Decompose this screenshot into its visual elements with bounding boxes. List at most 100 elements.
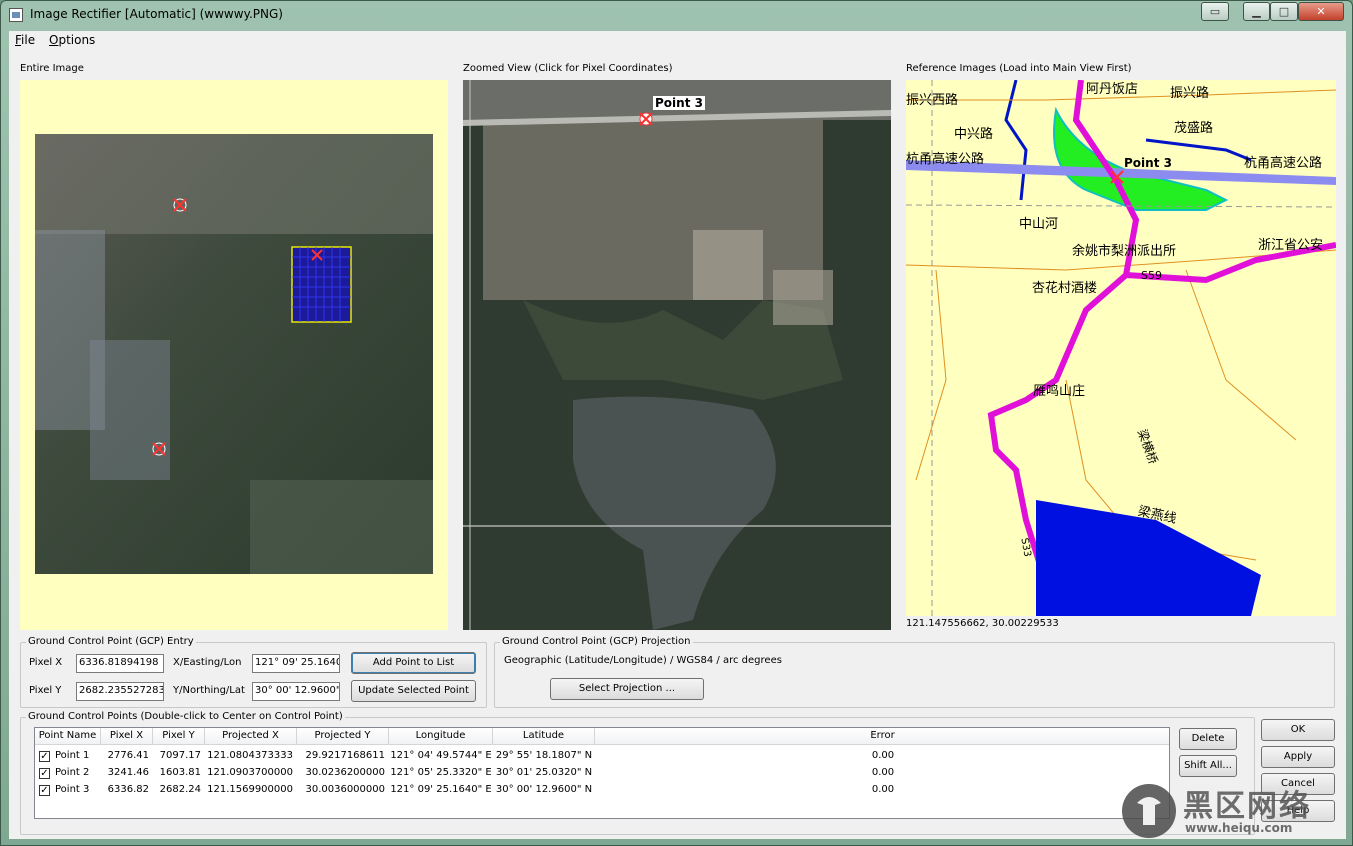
close-button[interactable]: ✕ bbox=[1298, 2, 1344, 21]
projection-text: Geographic (Latitude/Longitude) / WGS84 … bbox=[504, 655, 782, 666]
zoomed-view[interactable]: Point 3 bbox=[463, 80, 891, 630]
zoomed-quarry-1 bbox=[693, 230, 763, 300]
window-title: Image Rectifier [Automatic] (wwwwy.PNG) bbox=[30, 7, 283, 21]
map-label-road1: 振兴西路 bbox=[906, 93, 959, 108]
row-name: Point 2 bbox=[55, 767, 90, 778]
row-pixel-x: 6336.82 bbox=[107, 784, 149, 795]
reference-coordinates: 121.147556662, 30.00229533 bbox=[906, 618, 1059, 629]
gcp-row-3[interactable]: ✓ Point 3 6336.82 2682.24 121.1569900000… bbox=[35, 782, 1163, 799]
row-pixel-y: 7097.17 bbox=[159, 750, 201, 761]
row-checkbox-1[interactable]: ✓ bbox=[39, 751, 50, 762]
col-pixel-x[interactable]: Pixel X bbox=[101, 728, 153, 745]
map-label-s59: S59 bbox=[1141, 269, 1162, 282]
delete-button[interactable]: Delete bbox=[1179, 728, 1237, 750]
zoomed-view-canvas bbox=[463, 80, 891, 630]
reference-images-label: Reference Images (Load into Main View Fi… bbox=[906, 63, 1132, 74]
row-name: Point 1 bbox=[55, 750, 90, 761]
watermark-url: www.heiqu.com bbox=[1185, 821, 1293, 835]
gcp-list-title: Ground Control Points (Double-click to C… bbox=[26, 711, 345, 722]
col-latitude[interactable]: Latitude bbox=[493, 728, 595, 745]
entire-image-view[interactable] bbox=[20, 80, 448, 630]
row-name: Point 3 bbox=[55, 784, 90, 795]
row-checkbox-3[interactable]: ✓ bbox=[39, 785, 50, 796]
map-label-restaurant: 杏花村酒楼 bbox=[1032, 281, 1098, 296]
row-pixel-y: 1603.81 bbox=[159, 767, 201, 778]
apply-button[interactable]: Apply bbox=[1261, 746, 1335, 768]
watermark-brand: 黑区网络 bbox=[1183, 789, 1311, 824]
row-pixel-x: 3241.46 bbox=[107, 767, 149, 778]
ok-button[interactable]: OK bbox=[1261, 719, 1335, 741]
row-checkbox-2[interactable]: ✓ bbox=[39, 768, 50, 779]
row-error: 0.00 bbox=[871, 767, 895, 778]
pixel-x-field[interactable]: 6336.81894198 bbox=[76, 654, 164, 673]
row-pixel-y: 2682.24 bbox=[159, 784, 201, 795]
urban-area bbox=[35, 134, 433, 234]
map-label-province: 浙江省公安 bbox=[1258, 238, 1324, 253]
gcp-projection-title: Ground Control Point (GCP) Projection bbox=[500, 636, 693, 647]
image-rectifier-window: Image Rectifier [Automatic] (wwwwy.PNG) … bbox=[0, 0, 1353, 846]
gcp-projection-group: Ground Control Point (GCP) Projection Ge… bbox=[494, 636, 1335, 708]
client-area: File Options Entire Image Zoomed View (C… bbox=[9, 31, 1346, 839]
gcp-row-1[interactable]: ✓ Point 1 2776.41 7097.17 121.0804373333… bbox=[35, 748, 1163, 765]
pixel-x-label: Pixel X bbox=[29, 657, 63, 668]
lake-area bbox=[90, 340, 170, 480]
row-error: 0.00 bbox=[871, 750, 895, 761]
map-label-road2: 振兴路 bbox=[1170, 86, 1210, 101]
zoom-point-label: Point 3 bbox=[653, 96, 705, 110]
row-lat: 30° 01' 25.0320" N bbox=[495, 767, 593, 778]
row-proj-x: 121.0804373333 bbox=[207, 750, 293, 761]
easting-field[interactable]: 121° 09' 25.1640" bbox=[252, 654, 340, 673]
row-proj-y: 30.0036000000 bbox=[305, 784, 385, 795]
gcp-entry-title: Ground Control Point (GCP) Entry bbox=[26, 636, 196, 647]
app-icon bbox=[9, 8, 23, 22]
watermark: 黑区网络 www.heiqu.com bbox=[1119, 779, 1347, 841]
row-lat: 29° 55' 18.1807" N bbox=[495, 750, 593, 761]
entire-image-label: Entire Image bbox=[20, 63, 84, 74]
shift-all-button[interactable]: Shift All... bbox=[1179, 755, 1237, 777]
row-lat: 30° 00' 12.9600" N bbox=[495, 784, 593, 795]
row-lon: 121° 05' 25.3320" E bbox=[390, 767, 492, 778]
gcp-list-group: Ground Control Points (Double-click to C… bbox=[20, 711, 1255, 835]
reference-map-view[interactable]: 振兴西路 阿丹饭店 振兴路 中兴路 茂盛路 杭甬高速公路 杭甬高速公路 Poin… bbox=[906, 80, 1336, 616]
col-projected-y[interactable]: Projected Y bbox=[297, 728, 389, 745]
gcp-entry-group: Ground Control Point (GCP) Entry Pixel X… bbox=[20, 636, 487, 708]
zoomed-quarry-2 bbox=[773, 270, 833, 325]
row-proj-y: 29.9217168611 bbox=[305, 750, 385, 761]
update-point-button[interactable]: Update Selected Point bbox=[351, 680, 476, 702]
col-error[interactable]: Error bbox=[595, 728, 1169, 745]
zoom-gcp-marker[interactable] bbox=[639, 112, 653, 126]
map-label-villa: 雁鸣山庄 bbox=[1033, 384, 1086, 399]
row-proj-x: 121.1569900000 bbox=[207, 784, 293, 795]
map-label-highway: 杭甬高速公路 bbox=[906, 152, 985, 167]
map-label-police: 余姚市梨洲派出所 bbox=[1072, 244, 1177, 259]
row-pixel-x: 2776.41 bbox=[107, 750, 149, 761]
map-label-road3: 中兴路 bbox=[954, 127, 994, 142]
row-lon: 121° 09' 25.1640" E bbox=[390, 784, 492, 795]
col-point-name[interactable]: Point Name bbox=[35, 728, 101, 745]
col-projected-x[interactable]: Projected X bbox=[205, 728, 297, 745]
easting-label: X/Easting/Lon bbox=[173, 657, 242, 668]
select-projection-button[interactable]: Select Projection ... bbox=[550, 678, 704, 700]
ref-point-label: Point 3 bbox=[1124, 156, 1172, 170]
row-proj-x: 121.0903700000 bbox=[207, 767, 293, 778]
maximize-button[interactable]: □ bbox=[1270, 2, 1298, 21]
gcp-list[interactable]: Point Name Pixel X Pixel Y Projected X P… bbox=[34, 727, 1170, 819]
menu-options[interactable]: Options bbox=[49, 33, 95, 47]
col-pixel-y[interactable]: Pixel Y bbox=[153, 728, 205, 745]
title-bar[interactable]: Image Rectifier [Automatic] (wwwwy.PNG) … bbox=[1, 1, 1352, 31]
minimize-button[interactable]: ▁ bbox=[1243, 2, 1270, 21]
map-label-highway2: 杭甬高速公路 bbox=[1244, 156, 1323, 171]
gcp-row-2[interactable]: ✓ Point 2 3241.46 1603.81 121.0903700000… bbox=[35, 765, 1163, 782]
extra-minimize-button[interactable]: ▭ bbox=[1201, 2, 1229, 21]
pixel-y-field[interactable]: 2682.2355272835 bbox=[76, 682, 164, 701]
entire-image-canvas bbox=[35, 134, 433, 574]
col-longitude[interactable]: Longitude bbox=[389, 728, 493, 745]
northing-field[interactable]: 30° 00' 12.9600" bbox=[252, 682, 340, 701]
terrain-patch bbox=[250, 480, 433, 574]
add-point-button[interactable]: Add Point to List bbox=[351, 652, 476, 674]
zoomed-view-label: Zoomed View (Click for Pixel Coordinates… bbox=[463, 63, 673, 74]
map-label-place1: 阿丹饭店 bbox=[1086, 82, 1139, 97]
zoomed-town bbox=[483, 120, 823, 300]
pixel-y-label: Pixel Y bbox=[29, 685, 62, 696]
menu-file[interactable]: File bbox=[15, 33, 35, 47]
